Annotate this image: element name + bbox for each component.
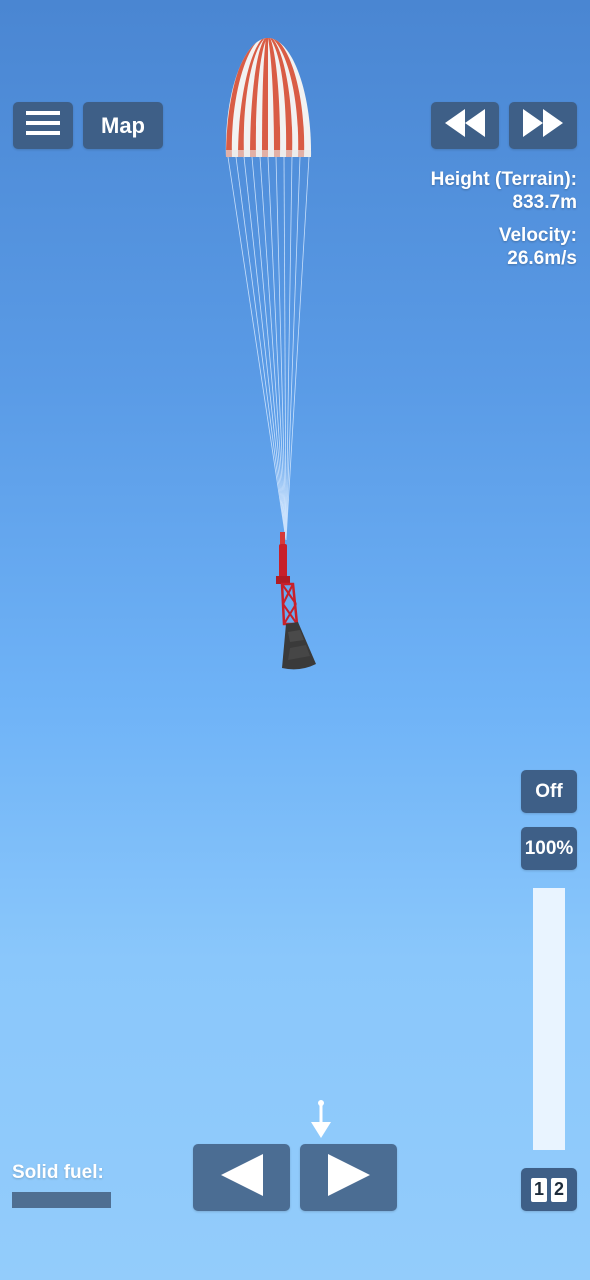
- telemetry-panel: Height (Terrain): 833.7m Velocity: 26.6m…: [431, 168, 577, 270]
- throttle-off-label: Off: [535, 780, 563, 802]
- rewind-button[interactable]: [431, 102, 499, 149]
- triangle-left-icon: [220, 1154, 263, 1201]
- throttle-max-button[interactable]: 100%: [521, 827, 577, 870]
- rewind-icon: [445, 109, 485, 142]
- hamburger-menu-icon: [26, 110, 60, 141]
- solid-fuel-fill: [12, 1192, 111, 1208]
- down-arrow-icon: [309, 1098, 333, 1143]
- stage-digit-2: 2: [551, 1177, 567, 1202]
- rotate-right-button[interactable]: [300, 1144, 397, 1211]
- stage-digit-1: 1: [531, 1177, 547, 1202]
- parachute-lines: [227, 156, 310, 541]
- rocket: [276, 532, 316, 670]
- solid-fuel-bar: [12, 1192, 111, 1208]
- rotate-left-button[interactable]: [193, 1144, 290, 1211]
- menu-button[interactable]: [13, 102, 73, 149]
- throttle-slider[interactable]: [533, 888, 565, 1150]
- map-button[interactable]: Map: [83, 102, 163, 149]
- throttle-max-label: 100%: [524, 837, 574, 859]
- height-label: Height (Terrain):: [430, 169, 577, 190]
- throttle-off-button[interactable]: Off: [521, 770, 577, 813]
- velocity-value: 26.6m/s: [507, 248, 577, 269]
- fast-forward-icon: [523, 109, 563, 142]
- parachute-canopy: [225, 38, 312, 157]
- solid-fuel-label: Solid fuel:: [12, 1162, 104, 1183]
- fast-forward-button[interactable]: [509, 102, 577, 149]
- velocity-label: Velocity:: [498, 225, 577, 246]
- stage-button[interactable]: 1 2: [521, 1168, 577, 1211]
- height-value: 833.7m: [512, 192, 577, 213]
- map-button-label: Map: [101, 112, 145, 138]
- triangle-right-icon: [327, 1154, 370, 1201]
